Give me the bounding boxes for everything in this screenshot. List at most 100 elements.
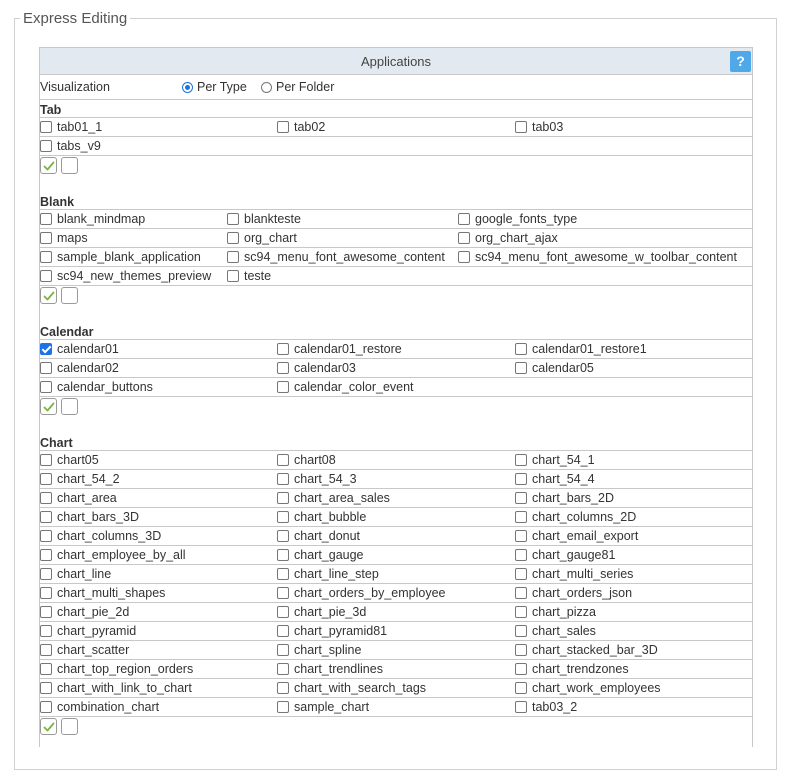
checkbox[interactable] — [515, 511, 527, 523]
checkbox[interactable] — [40, 270, 52, 282]
app-checkbox-item[interactable]: calendar05 — [515, 359, 594, 377]
checkbox[interactable] — [40, 362, 52, 374]
checkbox[interactable] — [458, 251, 470, 263]
deselect-all-button[interactable] — [61, 398, 78, 415]
checkbox[interactable] — [277, 121, 289, 133]
app-checkbox-item[interactable]: chart_donut — [277, 527, 360, 545]
checkbox[interactable] — [515, 492, 527, 504]
select-all-button[interactable] — [40, 157, 57, 174]
checkbox[interactable] — [515, 682, 527, 694]
checkbox[interactable] — [515, 587, 527, 599]
app-checkbox-item[interactable]: chart_area — [40, 489, 117, 507]
app-checkbox-item[interactable]: chart_pyramid81 — [277, 622, 387, 640]
app-checkbox-item[interactable]: chart08 — [277, 451, 336, 469]
app-checkbox-item[interactable]: chart_trendlines — [277, 660, 383, 678]
radio-per-folder-input[interactable] — [261, 81, 272, 93]
checkbox[interactable] — [40, 251, 52, 263]
checkbox[interactable] — [515, 454, 527, 466]
checkbox[interactable] — [515, 663, 527, 675]
app-checkbox-item[interactable]: chart_columns_3D — [40, 527, 161, 545]
radio-per-folder[interactable]: Per Folder — [261, 80, 334, 94]
checkbox[interactable] — [40, 121, 52, 133]
help-button[interactable]: ? — [730, 51, 751, 72]
select-all-button[interactable] — [40, 287, 57, 304]
app-checkbox-item[interactable]: tabs_v9 — [40, 137, 101, 155]
app-checkbox-item[interactable]: chart_54_4 — [515, 470, 595, 488]
checkbox[interactable] — [40, 549, 52, 561]
checkbox[interactable] — [277, 682, 289, 694]
app-checkbox-item[interactable]: google_fonts_type — [458, 210, 577, 228]
checkbox[interactable] — [40, 644, 52, 656]
app-checkbox-item[interactable]: tab02 — [277, 118, 325, 136]
checkbox[interactable] — [277, 473, 289, 485]
checkbox[interactable] — [227, 270, 239, 282]
radio-per-type[interactable]: Per Type — [182, 80, 247, 94]
checkbox[interactable] — [458, 213, 470, 225]
checkbox[interactable] — [40, 587, 52, 599]
app-checkbox-item[interactable]: chart_orders_by_employee — [277, 584, 445, 602]
app-checkbox-item[interactable]: chart_work_employees — [515, 679, 661, 697]
app-checkbox-item[interactable]: tab01_1 — [40, 118, 102, 136]
app-checkbox-item[interactable]: chart_line_step — [277, 565, 379, 583]
checkbox[interactable] — [277, 701, 289, 713]
checkbox[interactable] — [40, 682, 52, 694]
checkbox[interactable] — [277, 492, 289, 504]
checkbox[interactable] — [277, 381, 289, 393]
app-checkbox-item[interactable]: chart_gauge81 — [515, 546, 615, 564]
checkbox[interactable] — [40, 663, 52, 675]
app-checkbox-item[interactable]: chart_bubble — [277, 508, 366, 526]
checkbox[interactable] — [40, 473, 52, 485]
checkbox[interactable] — [277, 606, 289, 618]
app-checkbox-item[interactable]: sc94_new_themes_preview — [40, 267, 211, 285]
checkbox[interactable] — [227, 251, 239, 263]
app-checkbox-item[interactable]: chart_pizza — [515, 603, 596, 621]
checkbox[interactable] — [277, 511, 289, 523]
app-checkbox-item[interactable]: teste — [227, 267, 271, 285]
app-checkbox-item[interactable]: chart_area_sales — [277, 489, 390, 507]
checkbox[interactable] — [515, 473, 527, 485]
app-checkbox-item[interactable]: calendar03 — [277, 359, 356, 377]
app-checkbox-item[interactable]: chart_gauge — [277, 546, 364, 564]
app-checkbox-item[interactable]: chart_multi_series — [515, 565, 633, 583]
checkbox[interactable] — [40, 606, 52, 618]
app-checkbox-item[interactable]: chart_top_region_orders — [40, 660, 193, 678]
app-checkbox-item[interactable]: maps — [40, 229, 88, 247]
app-checkbox-item[interactable]: chart_scatter — [40, 641, 129, 659]
app-checkbox-item[interactable]: chart_with_search_tags — [277, 679, 426, 697]
app-checkbox-item[interactable]: sample_blank_application — [40, 248, 201, 266]
checkbox[interactable] — [40, 454, 52, 466]
checkbox[interactable] — [277, 568, 289, 580]
deselect-all-button[interactable] — [61, 287, 78, 304]
app-checkbox-item[interactable]: combination_chart — [40, 698, 159, 716]
app-checkbox-item[interactable]: tab03_2 — [515, 698, 577, 716]
checkbox[interactable] — [277, 625, 289, 637]
app-checkbox-item[interactable]: chart_spline — [277, 641, 361, 659]
app-checkbox-item[interactable]: blank_mindmap — [40, 210, 145, 228]
app-checkbox-item[interactable]: org_chart — [227, 229, 297, 247]
app-checkbox-item[interactable]: sc94_menu_font_awesome_content — [227, 248, 445, 266]
checkbox[interactable] — [277, 644, 289, 656]
app-checkbox-item[interactable]: blankteste — [227, 210, 301, 228]
checkbox[interactable] — [227, 232, 239, 244]
deselect-all-button[interactable] — [61, 157, 78, 174]
checkbox[interactable] — [40, 232, 52, 244]
select-all-button[interactable] — [40, 398, 57, 415]
app-checkbox-item[interactable]: chart_line — [40, 565, 111, 583]
app-checkbox-item[interactable]: chart_pyramid — [40, 622, 136, 640]
checkbox[interactable] — [40, 701, 52, 713]
app-checkbox-item[interactable]: chart_54_1 — [515, 451, 595, 469]
radio-per-type-input[interactable] — [182, 81, 193, 93]
app-checkbox-item[interactable]: chart_pie_2d — [40, 603, 129, 621]
checkbox[interactable] — [40, 381, 52, 393]
checkbox[interactable] — [515, 343, 527, 355]
app-checkbox-item[interactable]: sc94_menu_font_awesome_w_toolbar_content — [458, 248, 737, 266]
checkbox[interactable] — [40, 343, 52, 355]
app-checkbox-item[interactable]: calendar01_restore — [277, 340, 402, 358]
checkbox[interactable] — [277, 530, 289, 542]
checkbox[interactable] — [515, 701, 527, 713]
app-checkbox-item[interactable]: chart_email_export — [515, 527, 638, 545]
app-checkbox-item[interactable]: chart_multi_shapes — [40, 584, 165, 602]
app-checkbox-item[interactable]: chart_employee_by_all — [40, 546, 186, 564]
checkbox[interactable] — [515, 568, 527, 580]
app-checkbox-item[interactable]: chart_stacked_bar_3D — [515, 641, 658, 659]
